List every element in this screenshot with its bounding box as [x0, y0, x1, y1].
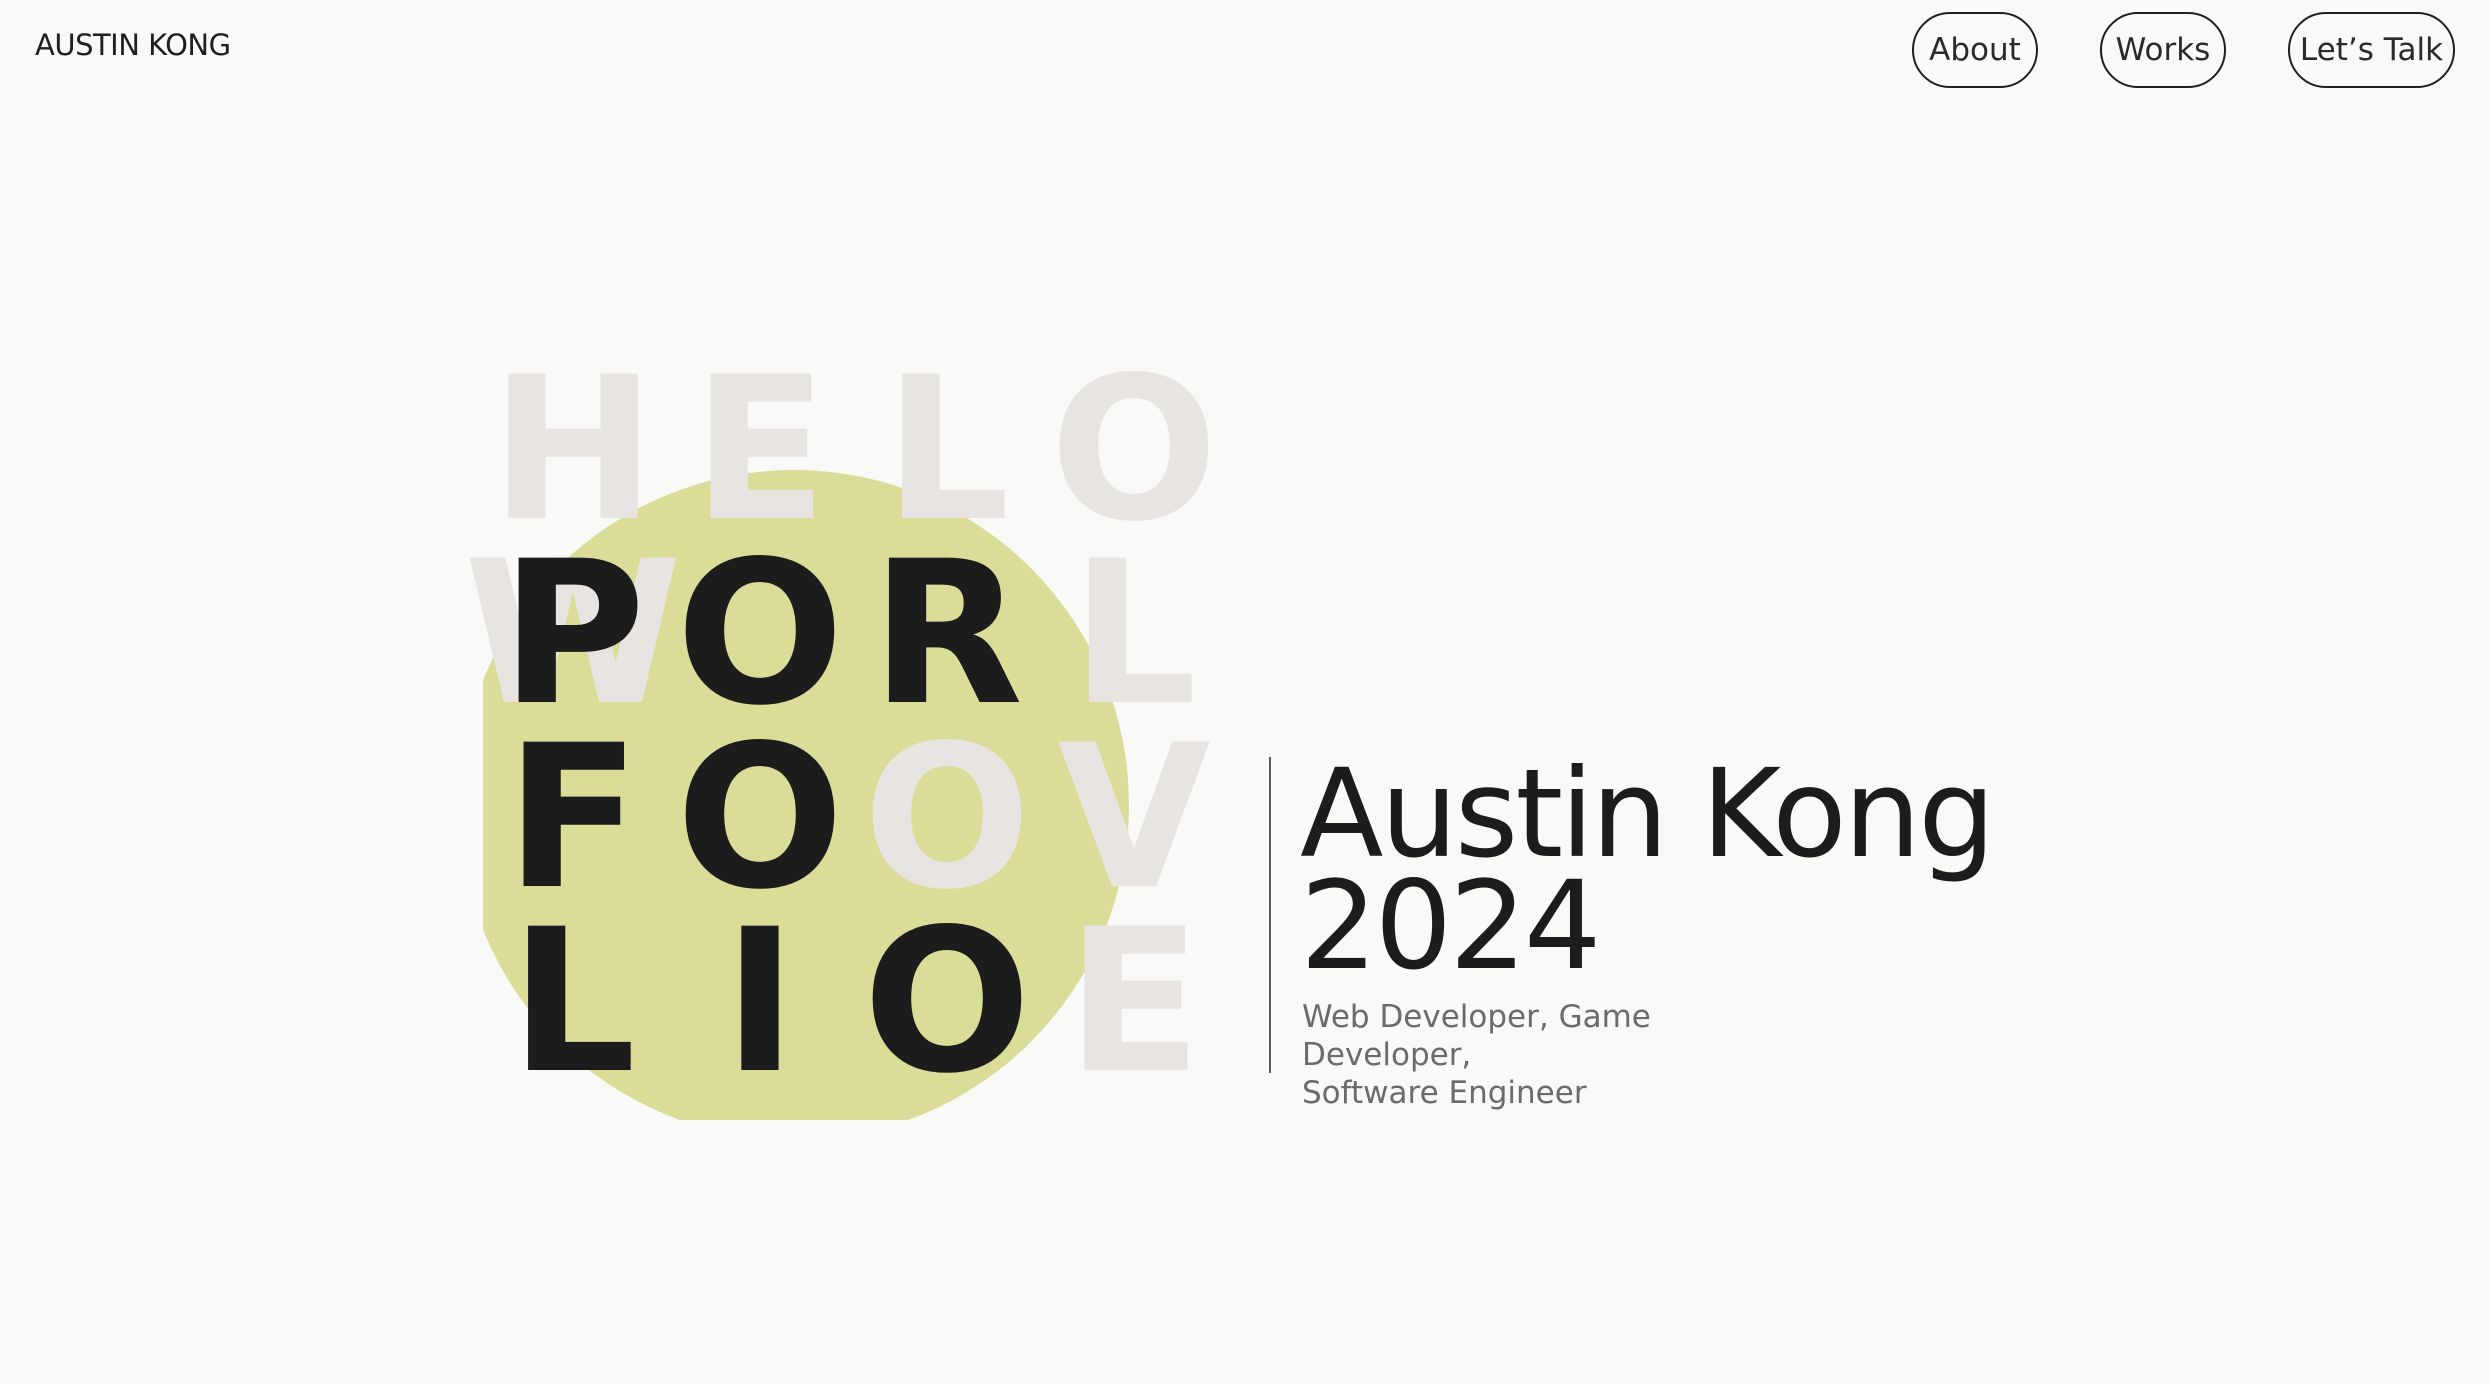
ghost-letter: E [1066, 886, 1202, 1117]
dark-letter: O [675, 702, 845, 933]
dark-letter: O [862, 886, 1032, 1117]
nav-works-button[interactable]: Works [2100, 12, 2226, 88]
dark-letter: F [505, 702, 641, 933]
hero-title: Austin Kong 2024 [1300, 743, 1996, 997]
hero-roles-line-2: Software Engineer [1302, 1075, 1587, 1111]
top-nav: About Works Let’s Talk [1912, 12, 2455, 88]
brand-logo[interactable]: AUSTIN KONG [35, 28, 231, 62]
hero-roles-line-1: Web Developer, Game Developer, [1302, 999, 1651, 1073]
dark-letter: L [509, 886, 637, 1117]
nav-lets-talk-button[interactable]: Let’s Talk [2288, 12, 2455, 88]
ghost-letter: O [862, 702, 1032, 933]
ghost-letter: L [883, 334, 1011, 565]
portfolio-letter-art: H E L O W L O V E P O R F O L I O [464, 334, 1263, 1120]
hero-year: 2024 [1300, 855, 1601, 997]
page: AUSTIN KONG About Works Let’s Talk H E L… [0, 0, 2490, 1384]
dark-letter: P [500, 518, 646, 749]
ghost-letter: E [692, 334, 828, 565]
ghost-letter: O [1049, 334, 1219, 565]
nav-about-button[interactable]: About [1912, 12, 2038, 88]
dark-letter: I [723, 886, 797, 1117]
hero-roles: Web Developer, Game Developer, Software … [1302, 998, 1822, 1112]
ghost-letter: H [490, 334, 656, 565]
vertical-divider [1269, 757, 1271, 1073]
ghost-letter: L [1070, 518, 1198, 749]
dark-letter: R [870, 518, 1024, 749]
ghost-letter: V [1057, 702, 1211, 933]
dark-letter: O [675, 518, 845, 749]
hero-name: Austin Kong [1300, 743, 1996, 885]
